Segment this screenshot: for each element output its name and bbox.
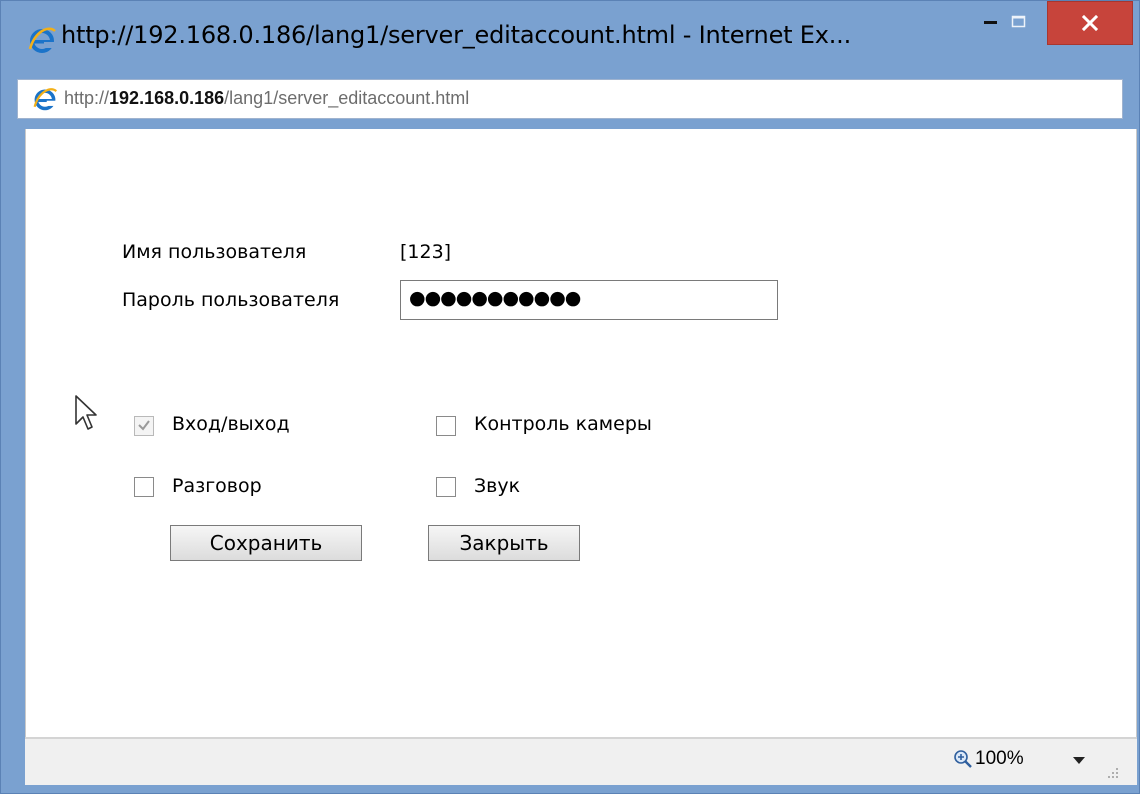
window-title: http://192.168.0.186/lang1/server_editac… bbox=[61, 21, 852, 49]
internet-explorer-icon bbox=[28, 27, 56, 53]
resize-grip-icon[interactable] bbox=[1105, 765, 1119, 779]
checkbox-talk-label: Разговор bbox=[172, 475, 262, 497]
username-value: [123] bbox=[400, 241, 452, 263]
close-icon bbox=[1081, 14, 1099, 32]
checkbox-talk[interactable] bbox=[134, 477, 154, 497]
checkbox-camera-control[interactable] bbox=[436, 416, 456, 436]
password-label: Пароль пользователя bbox=[122, 289, 340, 311]
url-path: /lang1/server_editaccount.html bbox=[224, 88, 470, 108]
zoom-level[interactable]: 100% bbox=[975, 748, 1024, 770]
username-label: Имя пользователя bbox=[122, 241, 307, 263]
address-url[interactable]: http://192.168.0.186/lang1/server_editac… bbox=[64, 88, 469, 109]
browser-window: http://192.168.0.186/lang1/server_editac… bbox=[0, 0, 1140, 794]
page-content: Имя пользователя [123] Пароль пользовате… bbox=[25, 129, 1137, 737]
url-host: 192.168.0.186 bbox=[109, 88, 225, 108]
url-scheme: http:// bbox=[64, 88, 110, 108]
checkmark-icon bbox=[138, 420, 150, 431]
save-button[interactable]: Сохранить bbox=[170, 525, 362, 561]
maximize-button[interactable] bbox=[997, 1, 1041, 43]
checkbox-sound-label: Звук bbox=[474, 475, 521, 497]
checkbox-login-label: Вход/выход bbox=[172, 413, 290, 435]
password-dots: ●●●●●●●●●●● bbox=[409, 287, 581, 309]
title-bar[interactable]: http://192.168.0.186/lang1/server_editac… bbox=[1, 1, 1139, 85]
address-bar[interactable]: http://192.168.0.186/lang1/server_editac… bbox=[17, 79, 1123, 119]
close-button[interactable]: Закрыть bbox=[428, 525, 580, 561]
checkbox-camera-control-label: Контроль камеры bbox=[474, 413, 652, 435]
checkbox-sound[interactable] bbox=[436, 477, 456, 497]
zoom-icon[interactable] bbox=[953, 749, 973, 769]
zoom-dropdown-icon[interactable] bbox=[1073, 757, 1085, 764]
password-input[interactable]: ●●●●●●●●●●● bbox=[400, 280, 778, 320]
internet-explorer-icon bbox=[33, 88, 58, 111]
close-window-button[interactable] bbox=[1047, 1, 1133, 45]
checkbox-login[interactable] bbox=[134, 416, 154, 436]
status-bar: 100% bbox=[25, 737, 1137, 785]
maximize-icon bbox=[1011, 15, 1026, 28]
mouse-pointer-icon bbox=[75, 395, 97, 430]
